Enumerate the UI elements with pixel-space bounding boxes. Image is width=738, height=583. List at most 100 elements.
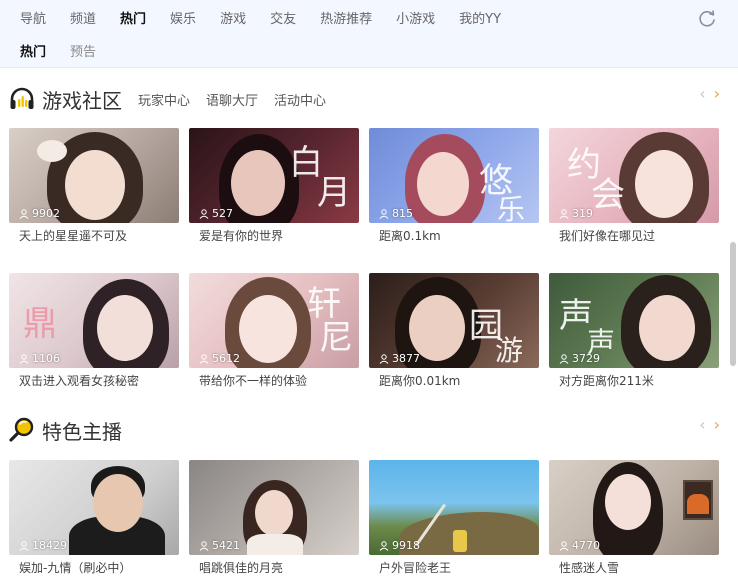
anchor-pager: ‹ ›	[699, 417, 720, 433]
next-page-icon[interactable]: ›	[714, 86, 720, 102]
stream-thumbnail: 鼎 1106	[9, 273, 179, 368]
stream-title: 对方距离你211米	[559, 374, 654, 388]
live-card[interactable]: 园 游 3877 距离你0.01km	[369, 273, 539, 389]
user-icon	[379, 353, 389, 364]
tab-my-yy[interactable]: 我的YY	[447, 8, 513, 32]
stream-thumbnail: 声 声 3729	[549, 273, 719, 368]
viewer-number: 815	[392, 207, 413, 220]
viewer-count: 5421	[199, 539, 240, 552]
user-icon	[199, 353, 209, 364]
viewer-count: 527	[199, 207, 233, 220]
stream-title: 爱是有你的世界	[199, 229, 284, 243]
live-card[interactable]: 5421 唱跳俱佳的月亮	[189, 460, 359, 576]
tab-hot[interactable]: 热门	[108, 8, 158, 34]
live-card[interactable]: 9918 户外冒险老王	[369, 460, 539, 576]
tab-games[interactable]: 游戏	[208, 8, 258, 32]
viewer-count: 815	[379, 207, 413, 220]
prev-page-icon[interactable]: ‹	[699, 417, 705, 433]
stream-thumbnail: 白 月 527	[189, 128, 359, 223]
live-card[interactable]: 声 声 3729 对方距离你211米	[549, 273, 719, 389]
overlay-glyph: 尼	[319, 318, 353, 358]
overlay-glyph: 鼎	[23, 304, 57, 344]
live-card[interactable]: 轩 尼 5612 带给你不一样的体验	[189, 273, 359, 389]
live-card[interactable]: 悠 乐 815 距离0.1km	[369, 128, 539, 244]
user-icon	[559, 540, 569, 551]
viewer-count: 18429	[19, 539, 67, 552]
scrollbar[interactable]	[730, 242, 736, 366]
game-section-header: 游戏社区 玩家中心 语聊大厅 活动中心	[8, 84, 342, 114]
stream-title: 天上的星星遥不可及	[19, 229, 128, 243]
user-icon	[19, 540, 29, 551]
viewer-number: 3877	[392, 352, 420, 365]
stream-thumbnail: 约 会 319	[549, 128, 719, 223]
viewer-count: 4770	[559, 539, 600, 552]
stream-title: 唱跳俱佳的月亮	[199, 561, 284, 575]
stream-thumbnail: 4770	[549, 460, 719, 555]
link-voice-hall[interactable]: 语聊大厅	[206, 90, 258, 109]
stream-title: 双击进入观看女孩秘密	[19, 374, 140, 388]
live-card[interactable]: 4770 性感迷人雪	[549, 460, 719, 576]
stream-title: 距离你0.01km	[379, 374, 461, 388]
viewer-number: 9902	[32, 207, 60, 220]
tab-channel[interactable]: 频道	[58, 8, 108, 32]
viewer-count: 5612	[199, 352, 240, 365]
link-activity-center[interactable]: 活动中心	[274, 90, 326, 109]
subtab-preview[interactable]: 预告	[58, 42, 108, 64]
user-icon	[199, 208, 209, 219]
live-card[interactable]: 9902 天上的星星遥不可及	[9, 128, 179, 244]
viewer-number: 3729	[572, 352, 600, 365]
stream-thumbnail: 18429	[9, 460, 179, 555]
stream-title: 性感迷人雪	[559, 561, 620, 575]
user-icon	[199, 540, 209, 551]
viewer-number: 527	[212, 207, 233, 220]
overlay-glyph: 会	[591, 175, 625, 215]
live-card[interactable]: 鼎 1106 双击进入观看女孩秘密	[9, 273, 179, 389]
game-section-title: 游戏社区	[42, 88, 122, 113]
viewer-number: 319	[572, 207, 593, 220]
user-icon	[559, 353, 569, 364]
tab-mini-games[interactable]: 小游戏	[384, 8, 447, 32]
stream-thumbnail: 轩 尼 5612	[189, 273, 359, 368]
user-icon	[379, 540, 389, 551]
overlay-glyph: 乐	[497, 193, 526, 224]
headphones-icon	[10, 87, 34, 109]
anchor-section-title: 特色主播	[42, 419, 122, 444]
next-page-icon[interactable]: ›	[714, 417, 720, 433]
prev-page-icon[interactable]: ‹	[699, 86, 705, 102]
tab-entertainment[interactable]: 娱乐	[158, 8, 208, 32]
subtab-hot[interactable]: 热门	[8, 42, 58, 64]
viewer-number: 5612	[212, 352, 240, 365]
tab-hot-games[interactable]: 热游推荐	[308, 8, 384, 32]
live-card[interactable]: 约 会 319 我们好像在哪见过	[549, 128, 719, 244]
tab-nav[interactable]: 导航	[8, 8, 58, 32]
stream-thumbnail: 5421	[189, 460, 359, 555]
viewer-count: 9902	[19, 207, 60, 220]
live-card[interactable]: 18429 娱加-九情（刷必中）	[9, 460, 179, 576]
stream-title: 娱加-九情（刷必中）	[19, 561, 132, 575]
viewer-number: 9918	[392, 539, 420, 552]
stream-thumbnail: 悠 乐 815	[369, 128, 539, 223]
stream-thumbnail: 9918	[369, 460, 539, 555]
stream-title: 带给你不一样的体验	[199, 374, 308, 388]
stream-thumbnail: 园 游 3877	[369, 273, 539, 368]
main-tabs: 导航 频道 热门 娱乐 游戏 交友 热游推荐 小游戏 我的YY	[8, 8, 513, 34]
overlay-glyph: 月	[317, 173, 351, 213]
overlay-glyph: 轩	[307, 284, 341, 324]
viewer-number: 5421	[212, 539, 240, 552]
viewer-count: 9918	[379, 539, 420, 552]
tab-friends[interactable]: 交友	[258, 8, 308, 32]
game-pager: ‹ ›	[699, 86, 720, 102]
sub-tabs: 热门 预告	[8, 42, 108, 64]
viewer-count: 1106	[19, 352, 60, 365]
link-player-center[interactable]: 玩家中心	[138, 90, 190, 109]
refresh-icon[interactable]	[696, 8, 718, 30]
viewer-count: 3877	[379, 352, 420, 365]
stream-title: 户外冒险老王	[379, 561, 452, 575]
magnifier-icon	[9, 417, 34, 442]
stream-title: 距离0.1km	[379, 229, 441, 243]
user-icon	[19, 208, 29, 219]
user-icon	[379, 208, 389, 219]
anchor-section-header: 特色主播	[8, 415, 138, 445]
stream-thumbnail: 9902	[9, 128, 179, 223]
live-card[interactable]: 白 月 527 爱是有你的世界	[189, 128, 359, 244]
